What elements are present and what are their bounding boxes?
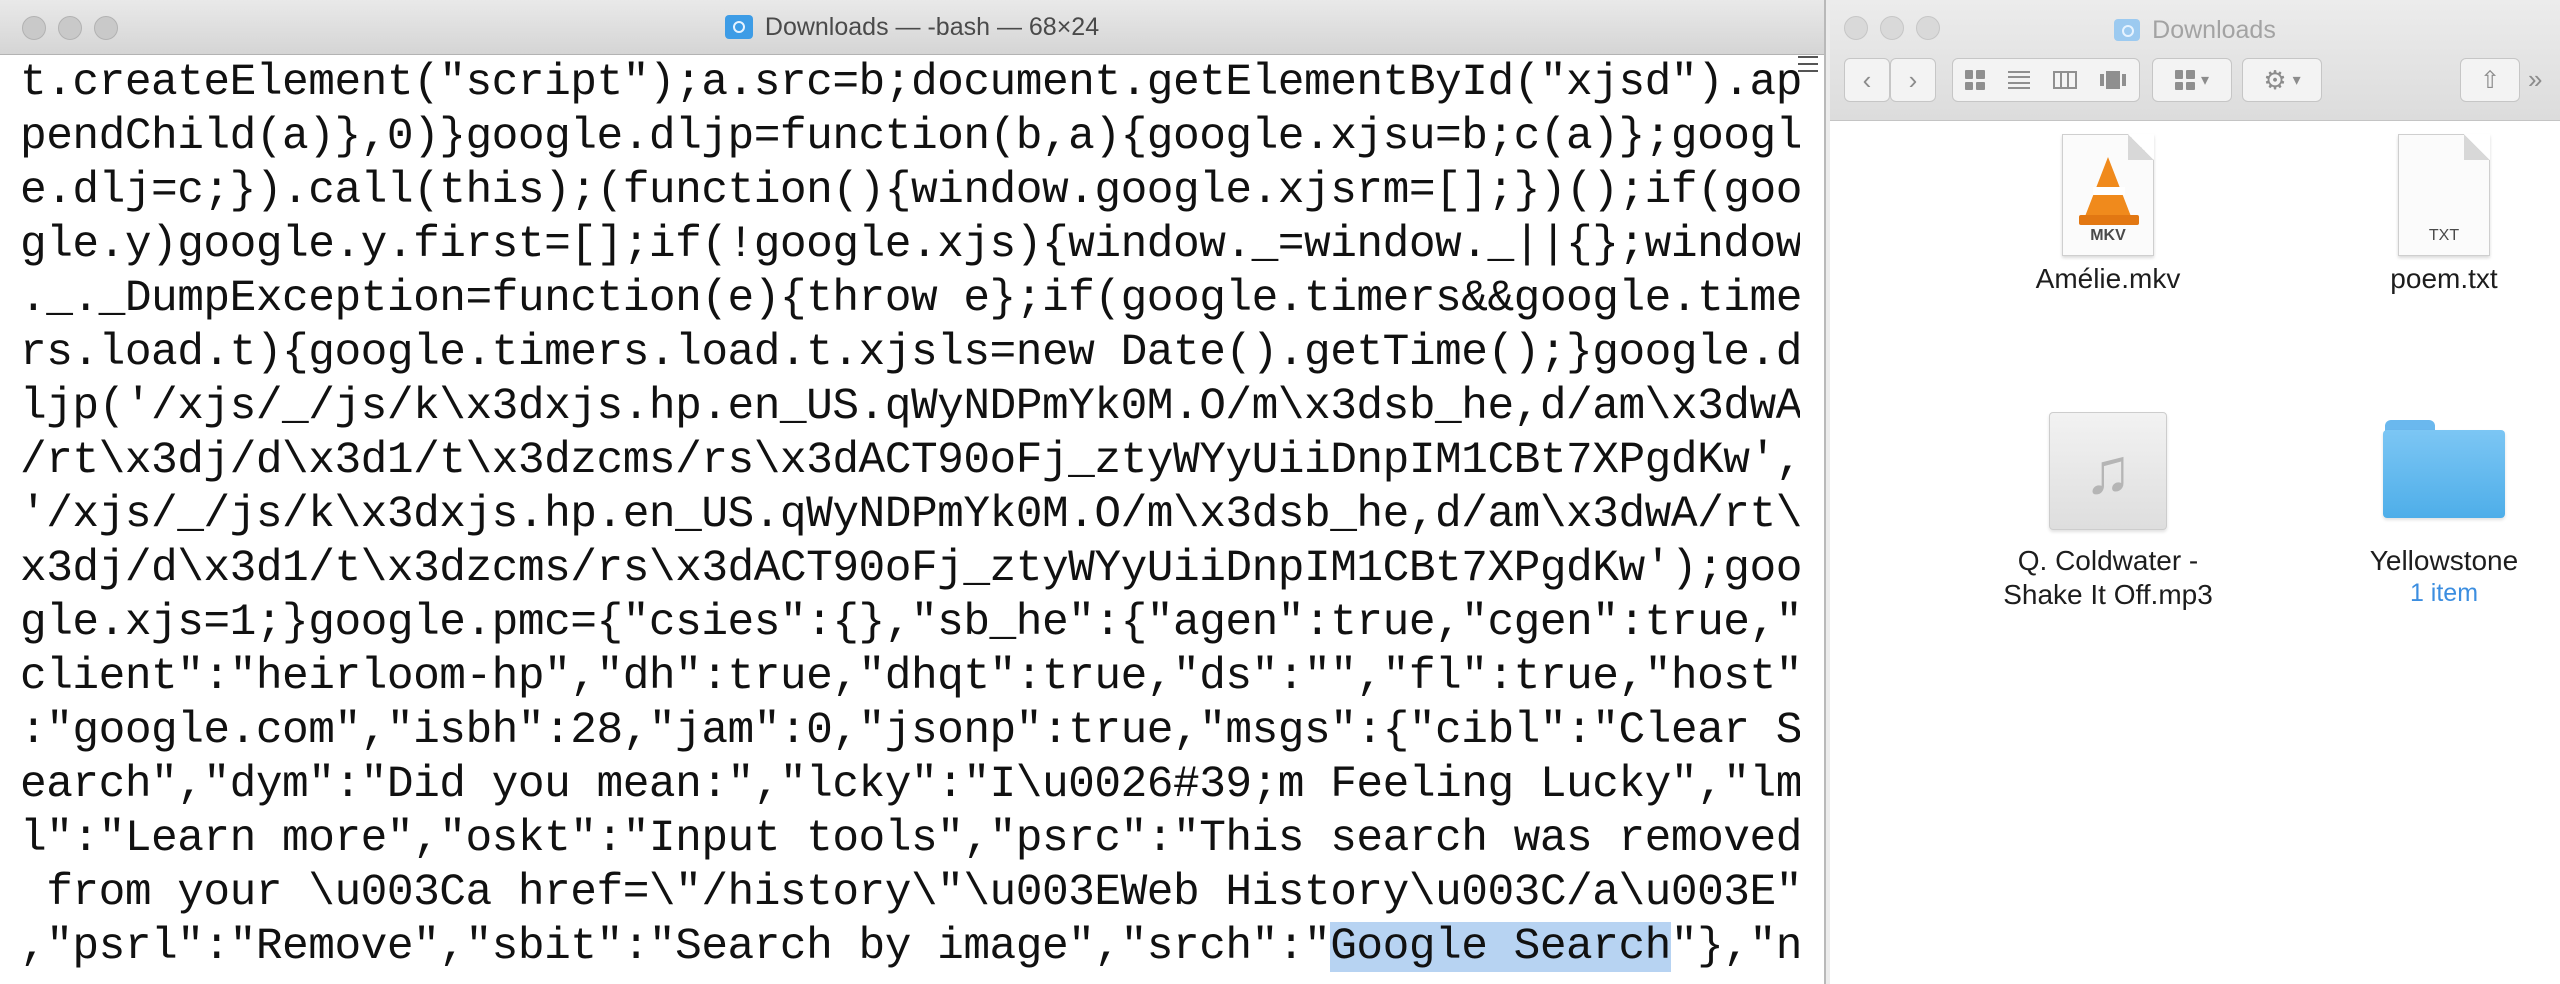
overflow-icon[interactable]: » [2528,64,2542,95]
chevron-down-icon: ▾ [2200,72,2210,89]
vlc-video-file-icon: MKV [2062,134,2154,256]
resize-handle-icon[interactable] [1798,56,1818,72]
folder-yellowstone[interactable]: Yellowstone 1 item [2314,420,2560,608]
folder-icon [2383,420,2505,520]
terminal-text: "},"n [1670,922,1800,972]
music-note-icon: ♫ [2049,412,2167,530]
terminal-line: rs.load.t){google.timers.load.t.xjsls=ne… [20,328,1800,378]
terminal-line: t.createElement("script");a.src=b;docume… [20,58,1800,108]
gear-icon: ⚙ [2263,64,2287,95]
folder-item-count: 1 item [2409,579,2479,607]
terminal-text: ,"psrl":"Remove","sbit":"Search by image… [20,922,1331,972]
arrange-icon [2174,70,2195,90]
terminal-line: from your \u003Ca href=\"/history\"\u003… [20,868,1800,918]
finder-title-text: Downloads [2152,15,2276,44]
terminal-window[interactable]: Downloads — -bash — 68×24 t.createElemen… [0,0,1826,984]
finder-title: Downloads [1830,12,2560,48]
cover-flow-icon[interactable] [2099,71,2128,89]
terminal-line: earch","dym":"Did you mean:","lcky":"I\u… [20,760,1800,810]
text-file-icon: TXT [2398,134,2490,256]
terminal-title: Downloads — -bash — 68×24 [0,0,1824,54]
chevron-left-icon: ‹ [1862,64,1872,95]
terminal-line: :"google.com","isbh":28,"jam":0,"jsonp":… [20,706,1800,756]
folder-name: Yellowstone [2369,545,2519,576]
list-view-icon[interactable] [2007,71,2030,89]
icon-view-icon[interactable] [1964,70,1985,90]
view-switcher[interactable] [1952,58,2140,102]
terminal-line: e.dlj=c;}).call(this);(function(){window… [20,166,1800,216]
column-view-icon[interactable] [2052,71,2077,89]
action-button[interactable]: ⚙ ▾ [2242,58,2322,102]
chevron-right-icon: › [1908,64,1918,95]
finder-titlebar[interactable]: Downloads ‹ › ▾ ⚙ ▾ ⇧ » [1830,0,2560,121]
file-name: poem.txt [2390,263,2498,294]
file-poem-txt[interactable]: TXT poem.txt [2314,134,2560,296]
file-shake-it-off-mp3[interactable]: ♫ Q. Coldwater - Shake It Off.mp3 [1978,412,2238,612]
folder-icon [724,15,753,39]
file-name-line-2: Shake It Off.mp3 [2003,579,2213,610]
chevron-down-icon: ▾ [2292,72,2301,89]
terminal-line: gle.xjs=1;}google.pmc={"csies":{},"sb_he… [20,598,1800,648]
terminal-line: '/xjs/_/js/k\x3dxjs.hp.en_US.qWyNDPmYk0M… [20,490,1800,540]
forward-button[interactable]: › [1890,58,1936,102]
terminal-title-text: Downloads — -bash — 68×24 [764,12,1100,41]
terminal-line: /rt\x3dj/d\x3d1/t\x3dzcms/rs\x3dACT90oFj… [20,436,1800,486]
terminal-output[interactable]: t.createElement("script");a.src=b;docume… [0,56,1800,984]
terminal-line: x3dj/d\x3d1/t\x3dzcms/rs\x3dACT90oFj_zty… [20,544,1800,594]
terminal-line: l":"Learn more","oskt":"Input tools","ps… [20,814,1800,864]
terminal-line: pendChild(a)},0)}google.dljp=function(b,… [20,112,1800,162]
terminal-line: ljp('/xjs/_/js/k\x3dxjs.hp.en_US.qWyNDPm… [20,382,1800,432]
terminal-line: ._._DumpException=function(e){throw e};i… [20,274,1800,324]
terminal-line: gle.y)google.y.first=[];if(!google.xjs){… [20,220,1800,270]
terminal-titlebar[interactable]: Downloads — -bash — 68×24 [0,0,1824,55]
terminal-line-selection: ,"psrl":"Remove","sbit":"Search by image… [20,920,1800,974]
file-amelie-mkv[interactable]: MKV Amélie.mkv [1978,134,2238,296]
share-icon: ⇧ [2479,66,2501,94]
back-button[interactable]: ‹ [1844,58,1890,102]
finder-window[interactable]: Downloads ‹ › ▾ ⚙ ▾ ⇧ » MKV Amélie.mkv T… [1830,0,2560,984]
selected-text[interactable]: Google Search [1330,922,1671,972]
share-button[interactable]: ⇧ [2460,58,2520,102]
arrange-button[interactable]: ▾ [2152,58,2232,102]
file-name-line-1: Q. Coldwater - [2017,545,2199,576]
file-name: Amélie.mkv [2035,263,2181,294]
folder-icon [2114,19,2141,41]
terminal-line: client":"heirloom-hp","dh":true,"dhqt":t… [20,652,1800,702]
